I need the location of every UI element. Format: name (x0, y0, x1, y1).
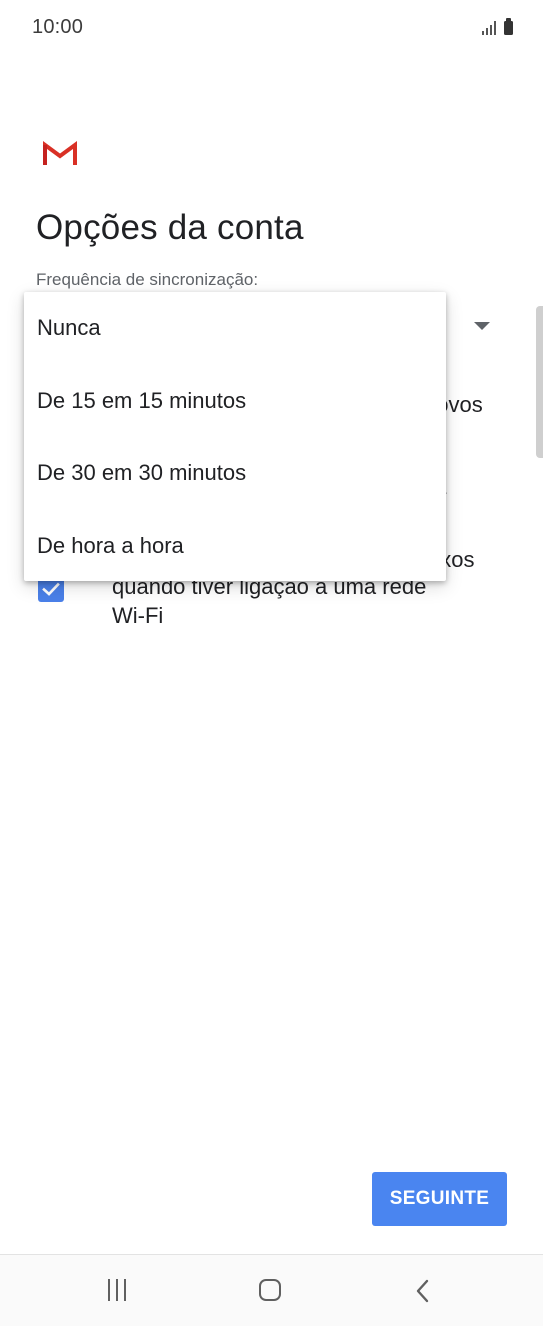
gmail-logo (42, 140, 78, 168)
back-icon[interactable] (414, 1278, 430, 1309)
menu-item-hourly[interactable]: De hora a hora (24, 510, 446, 582)
home-icon[interactable] (259, 1279, 281, 1301)
menu-item-30-minutes[interactable]: De 30 em 30 minutos (24, 437, 446, 509)
menu-item-15-minutes[interactable]: De 15 em 15 minutos (24, 365, 446, 437)
sync-frequency-label: Frequência de sincronização: (36, 270, 259, 289)
option-attachments-text-line3: Wi-Fi (112, 603, 164, 628)
edge-panel-handle[interactable] (536, 306, 543, 458)
status-time: 10:00 (32, 16, 84, 38)
menu-item-never[interactable]: Nunca (24, 292, 446, 364)
dropdown-arrow-icon[interactable] (474, 322, 490, 330)
page-title: Opções da conta (36, 208, 304, 247)
sync-frequency-menu: Nunca De 15 em 15 minutos De 30 em 30 mi… (24, 292, 446, 581)
signal-icon (482, 19, 496, 35)
battery-icon (504, 18, 513, 35)
recent-apps-icon[interactable] (108, 1279, 126, 1301)
status-icons (482, 18, 513, 35)
next-button[interactable]: SEGUINTE (372, 1172, 507, 1226)
